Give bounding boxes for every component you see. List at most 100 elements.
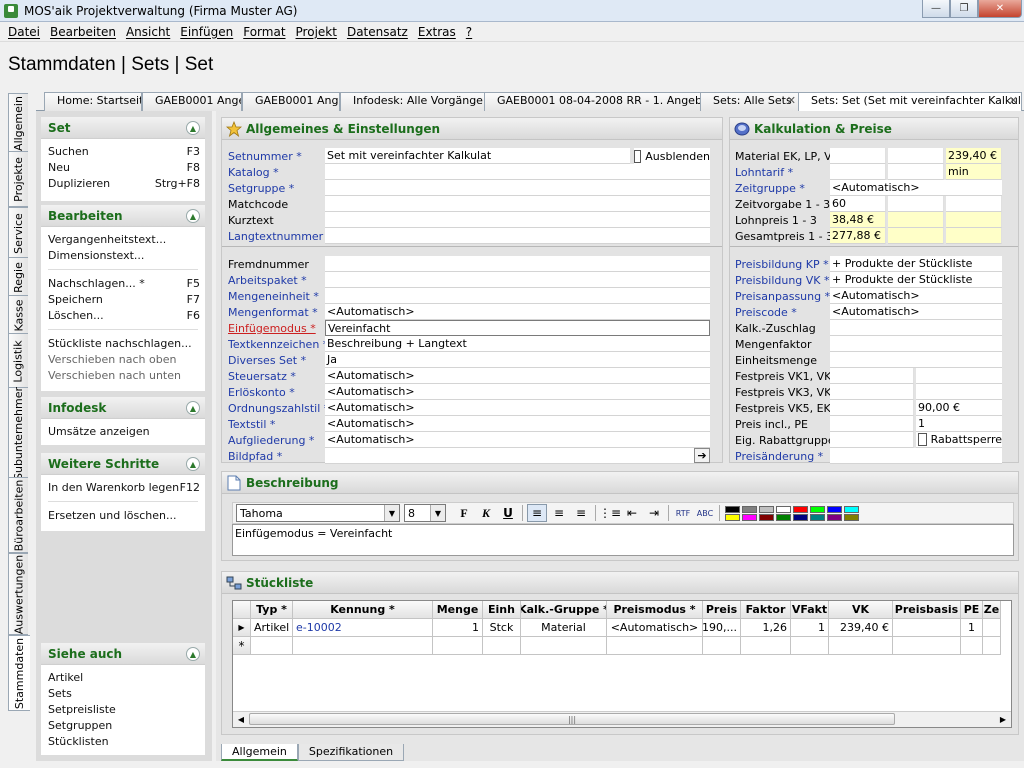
task-umsaetze[interactable]: Umsätze anzeigen <box>48 425 200 440</box>
calc-label[interactable]: Zeitgruppe * <box>735 182 830 195</box>
side-tab-allgemein[interactable]: Allgemein <box>8 93 28 153</box>
grid-cell[interactable]: Artikel <box>251 619 293 637</box>
link-sets[interactable]: Sets <box>48 687 200 702</box>
side-tab-service[interactable]: Service <box>8 207 28 259</box>
field-value-mengenformat[interactable]: <Automatisch> <box>325 304 710 320</box>
calc-cell-lohnpreis-1-3-1[interactable]: 38,48 € <box>830 212 886 228</box>
calc-cell-zeitvorgabe-1-3-2[interactable] <box>888 196 944 212</box>
browse-arrow-icon[interactable]: ➔ <box>694 448 710 463</box>
calc-cell-lohntarif-3[interactable]: min <box>946 164 1002 180</box>
collapse-icon[interactable]: ▲ <box>186 647 200 661</box>
field-label[interactable]: Textstil * <box>228 418 326 431</box>
calc-value-zeitgruppe[interactable]: <Automatisch> <box>830 180 1002 196</box>
menu-format[interactable]: Format <box>238 25 290 39</box>
task-speichern[interactable]: Speichern F7 <box>48 293 200 308</box>
column-header[interactable]: PE <box>961 601 983 619</box>
field-value-erlöskonto[interactable]: <Automatisch> <box>325 384 710 400</box>
calc-value-mengenfaktor[interactable] <box>830 336 1002 352</box>
task-suchen[interactable]: Suchen F3 <box>48 145 200 160</box>
calc-cell-festpreis-vk1-vk2-b[interactable] <box>916 368 1002 384</box>
field-label[interactable]: Mengeneinheit * <box>228 290 326 303</box>
collapse-icon[interactable]: ▲ <box>186 457 200 471</box>
grid-cell[interactable]: 1 <box>961 619 983 637</box>
field-label[interactable]: Arbeitspaket * <box>228 274 326 287</box>
grid-cell[interactable] <box>893 637 961 655</box>
tab-allgemein[interactable]: Allgemein <box>221 744 298 761</box>
task-loeschen[interactable]: Löschen... F6 <box>48 309 200 324</box>
task-dimensionstext[interactable]: Dimensionstext... <box>48 249 200 264</box>
color-swatch[interactable] <box>827 513 842 521</box>
outdent-icon[interactable]: ⇤ <box>622 504 642 522</box>
side-tab-auswertungen[interactable]: Auswertungen <box>8 553 28 635</box>
field-value-mengeneinheit[interactable] <box>325 288 710 304</box>
calc-cell-preis-incl-pe-b[interactable]: 1 <box>916 416 1002 432</box>
italic-icon[interactable]: K <box>476 504 496 522</box>
description-editor[interactable]: Einfügemodus = Vereinfacht <box>232 524 1014 556</box>
grid-cell[interactable]: 239,40 € <box>829 619 893 637</box>
field-label[interactable]: Langtextnummer * <box>228 230 326 243</box>
field-value-fremdnummer[interactable] <box>325 256 710 272</box>
calc-cell-eig-rabattgruppe-a[interactable] <box>830 432 914 448</box>
font-size-select[interactable]: 8 ▼ <box>404 504 446 522</box>
color-swatch[interactable] <box>742 505 757 513</box>
tab-spezifikationen[interactable]: Spezifikationen <box>297 744 405 761</box>
tab-infodesk[interactable]: Infodesk: Alle Vorgänge <box>340 92 486 111</box>
bold-icon[interactable]: F <box>454 504 474 522</box>
calc-cell-material-ek-lp-vk-2[interactable] <box>888 148 944 164</box>
calc-cell-preis-incl-pe-a[interactable] <box>830 416 914 432</box>
side-tab-stammdaten[interactable]: Stammdaten <box>8 635 30 711</box>
column-header[interactable]: Menge <box>433 601 483 619</box>
calc-value-preisanpassung[interactable]: <Automatisch> <box>830 288 1002 304</box>
grid-cell[interactable] <box>983 637 1001 655</box>
grid-cell[interactable] <box>703 637 741 655</box>
color-swatch[interactable] <box>776 505 791 513</box>
grid-cell[interactable] <box>741 637 791 655</box>
column-header[interactable]: Kalk.-Gruppe * <box>521 601 607 619</box>
column-header[interactable]: Einh <box>483 601 521 619</box>
menu-projekt[interactable]: Projekt <box>291 25 342 39</box>
color-swatch[interactable] <box>827 505 842 513</box>
current-row-icon[interactable]: ▶ <box>233 619 251 637</box>
column-header[interactable]: Faktor <box>741 601 791 619</box>
link-setgruppen[interactable]: Setgruppen <box>48 719 200 734</box>
grid-cell[interactable] <box>791 637 829 655</box>
column-header[interactable]: VFakt <box>791 601 829 619</box>
font-family-select[interactable]: Tahoma ▼ <box>236 504 400 522</box>
menu-datensatz[interactable]: Datensatz <box>342 25 413 39</box>
task-duplizieren[interactable]: Duplizieren Strg+F8 <box>48 177 200 192</box>
grid-cell[interactable] <box>251 637 293 655</box>
rabattsperre-checkbox[interactable]: Rabattsperre <box>916 432 1002 448</box>
tab-gaeb-1[interactable]: GAEB0001 Angebo <box>142 92 242 111</box>
rtf-icon[interactable]: RTF <box>673 504 693 522</box>
calc-label[interactable]: Preisänderung * <box>735 450 830 463</box>
field-value-textstil[interactable]: <Automatisch> <box>325 416 710 432</box>
menu-bearbeiten[interactable]: Bearbeiten <box>45 25 121 39</box>
scroll-left-icon[interactable]: ◀ <box>233 715 249 724</box>
side-tab-subunternehmer[interactable]: Subunternehmer <box>8 386 28 480</box>
field-label[interactable]: Erlöskonto * <box>228 386 326 399</box>
grid-cell[interactable]: <Automatisch> <box>607 619 703 637</box>
bullet-list-icon[interactable]: ⋮≡ <box>599 504 621 522</box>
column-header[interactable]: Preis <box>703 601 741 619</box>
tab-home[interactable]: Home: Startseite <box>44 92 142 111</box>
grid-cell[interactable]: Material <box>521 619 607 637</box>
calc-label[interactable]: Preiscode * <box>735 306 830 319</box>
spellcheck-icon[interactable]: ABC <box>695 504 715 522</box>
scroll-right-icon[interactable]: ▶ <box>995 715 1011 724</box>
field-label[interactable]: Katalog * <box>228 166 326 179</box>
field-label[interactable]: Mengenformat * <box>228 306 326 319</box>
calc-value-einheitsmenge[interactable] <box>830 352 1002 368</box>
close-tab-icon[interactable]: ✕ <box>787 94 796 107</box>
grid-cell[interactable] <box>893 619 961 637</box>
field-value-ordnungszahlstil[interactable]: <Automatisch> <box>325 400 710 416</box>
field-value-bildpfad[interactable] <box>325 448 710 464</box>
calc-cell-festpreis-vk3-vk4-a[interactable] <box>830 384 914 400</box>
field-value-setnummer[interactable]: Set mit vereinfachter Kalkulat <box>325 148 630 164</box>
task-vergangenheitstext[interactable]: Vergangenheitstext... <box>48 233 200 248</box>
collapse-icon[interactable]: ▲ <box>186 121 200 135</box>
color-swatch[interactable] <box>725 505 740 513</box>
align-right-icon[interactable]: ≡ <box>571 504 591 522</box>
calc-cell-zeitvorgabe-1-3-3[interactable] <box>946 196 1002 212</box>
tab-gaeb-angebot[interactable]: GAEB0001 08-04-2008 RR - 1. Angebot (ige <box>484 92 704 111</box>
align-left-icon[interactable]: ≡ <box>527 504 547 522</box>
